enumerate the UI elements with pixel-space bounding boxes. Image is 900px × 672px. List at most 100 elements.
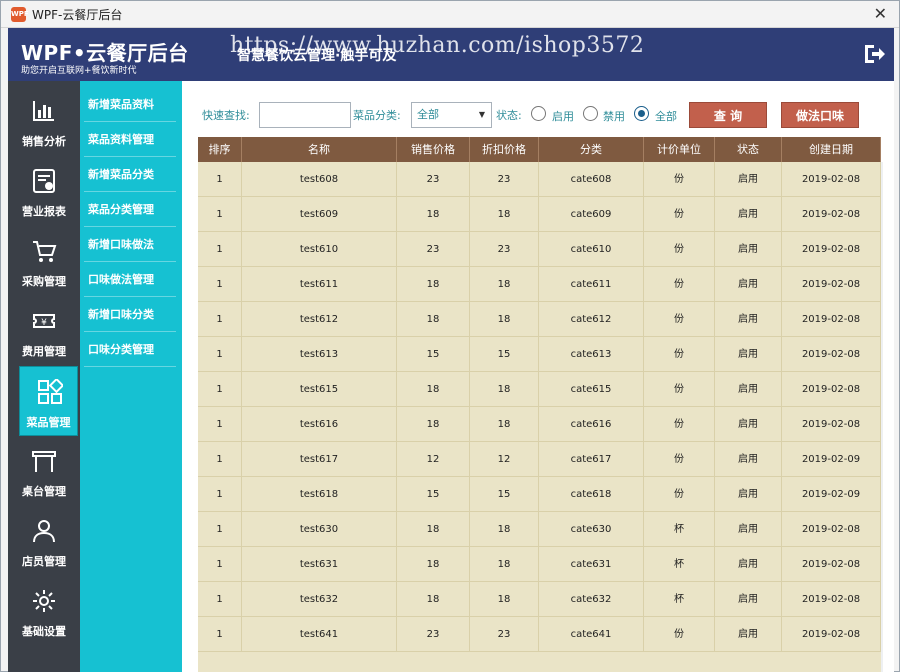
table-cell: 23 xyxy=(470,232,539,267)
column-header[interactable]: 销售价格 xyxy=(397,137,470,162)
submenu-item-3[interactable]: 菜品分类管理 xyxy=(84,192,176,227)
query-button[interactable]: 查 询 xyxy=(689,102,767,128)
svg-text:¥: ¥ xyxy=(41,318,47,328)
submenu-item-7[interactable]: 口味分类管理 xyxy=(84,332,176,367)
nav-item-6[interactable]: 店员管理 xyxy=(8,506,80,576)
table-row[interactable]: 1 test632 18 18 cate632 杯启用 2019-02-08 xyxy=(198,582,881,617)
table-cell: 18 xyxy=(397,582,470,617)
column-header[interactable]: 状态 xyxy=(715,137,782,162)
table-cell: 2019-02-08 xyxy=(782,582,881,617)
table-row[interactable]: 1 test616 18 18 cate616 份启用 2019-02-08 xyxy=(198,407,881,442)
window-title: WPF-云餐厅后台 xyxy=(32,8,123,22)
table-cell: test609 xyxy=(242,197,397,232)
category-select[interactable]: 全部 ▼ xyxy=(411,102,492,128)
column-header[interactable]: 名称 xyxy=(242,137,397,162)
table-cell: test630 xyxy=(242,512,397,547)
table-cell: 18 xyxy=(470,512,539,547)
table-row[interactable]: 1 test608 23 23 cate608 份启用 2019-02-08 xyxy=(198,162,881,197)
table-row[interactable]: 1 test630 18 18 cate630 杯启用 2019-02-08 xyxy=(198,512,881,547)
table-cell: 启用 xyxy=(715,337,782,372)
submenu-item-2[interactable]: 新增菜品分类 xyxy=(84,157,176,192)
table-cell: test612 xyxy=(242,302,397,337)
table-cell: 2019-02-08 xyxy=(782,547,881,582)
table-cell: 启用 xyxy=(715,547,782,582)
table-cell: 23 xyxy=(397,617,470,652)
table-cell: cate617 xyxy=(539,442,644,477)
table-cell: 份 xyxy=(644,267,715,302)
app-logo-icon: WPF xyxy=(11,7,29,22)
table-cell: 23 xyxy=(470,617,539,652)
nav-item-1[interactable]: 营业报表 xyxy=(8,156,80,226)
table-row[interactable]: 1 test615 18 18 cate615 份启用 2019-02-08 xyxy=(198,372,881,407)
nav-item-3[interactable]: ¥ 费用管理 xyxy=(8,296,80,366)
radio-all[interactable] xyxy=(634,106,649,121)
table-row[interactable]: 1 test611 18 18 cate611 份启用 2019-02-08 xyxy=(198,267,881,302)
table-cell: 18 xyxy=(397,302,470,337)
table-cell: 份 xyxy=(644,337,715,372)
dish-table: 排序 名称 销售价格 折扣价格 分类 计价单位 状态 创建日期 1 test608 23 23 cat… xyxy=(198,137,883,672)
table-row[interactable]: 1 test617 12 12 cate617 份启用 2019-02-09 xyxy=(198,442,881,477)
radio-all-label: 全部 xyxy=(655,110,677,123)
table-row[interactable]: 1 test609 18 18 cate609 份启用 2019-02-08 xyxy=(198,197,881,232)
column-header[interactable]: 折扣价格 xyxy=(470,137,539,162)
grid-icon xyxy=(38,379,63,404)
table-cell: 2019-02-08 xyxy=(782,512,881,547)
table-cell: 2019-02-08 xyxy=(782,162,881,197)
column-header[interactable]: 计价单位 xyxy=(644,137,715,162)
main-content: 快速查找: 菜品分类: 全部 ▼ 状态: 启用 禁用 全部 查 询 做法口味 排… xyxy=(182,81,894,672)
table-icon xyxy=(32,451,56,472)
nav-item-label: 费用管理 xyxy=(22,345,66,358)
table-cell: 2019-02-08 xyxy=(782,267,881,302)
table-cell: 2019-02-08 xyxy=(782,302,881,337)
nav-item-7[interactable]: 基础设置 xyxy=(8,576,80,646)
table-scrollbar[interactable]: ▲ ▼ xyxy=(881,162,883,672)
nav-item-2[interactable]: 采购管理 xyxy=(8,226,80,296)
submenu-item-1[interactable]: 菜品资料管理 xyxy=(84,122,176,157)
table-cell: 启用 xyxy=(715,232,782,267)
table-cell: 2019-02-09 xyxy=(782,442,881,477)
column-header[interactable]: 创建日期 xyxy=(782,137,881,162)
table-row[interactable]: 1 test613 15 15 cate613 份启用 2019-02-08 xyxy=(198,337,881,372)
table-cell: 18 xyxy=(470,547,539,582)
radio-disabled[interactable] xyxy=(583,106,598,121)
column-header[interactable]: 分类 xyxy=(539,137,644,162)
table-cell: 启用 xyxy=(715,197,782,232)
table-cell: test615 xyxy=(242,372,397,407)
table-row[interactable]: 1 test618 15 15 cate618 份启用 2019-02-09 xyxy=(198,477,881,512)
table-cell: 15 xyxy=(470,337,539,372)
submenu-item-4[interactable]: 新增口味做法 xyxy=(84,227,176,262)
table-row[interactable]: 1 test641 23 23 cate641 份启用 2019-02-08 xyxy=(198,617,881,652)
table-row[interactable]: 1 test631 18 18 cate631 杯启用 2019-02-08 xyxy=(198,547,881,582)
table-cell: 份 xyxy=(644,442,715,477)
table-cell: test611 xyxy=(242,267,397,302)
table-cell: 启用 xyxy=(715,407,782,442)
table-header: 排序 名称 销售价格 折扣价格 分类 计价单位 状态 创建日期 xyxy=(198,137,881,162)
exit-icon[interactable] xyxy=(862,42,886,66)
table-cell: 2019-02-08 xyxy=(782,407,881,442)
nav-item-5[interactable]: 桌台管理 xyxy=(8,436,80,506)
nav-item-0[interactable]: 销售分析 xyxy=(8,86,80,156)
radio-enabled-label: 启用 xyxy=(552,110,574,123)
table-cell: cate612 xyxy=(539,302,644,337)
table-cell: 15 xyxy=(397,477,470,512)
table-cell: 18 xyxy=(470,267,539,302)
main-nav: 销售分析 营业报表 采购管理 ¥ 费用管理菜品管理 桌台管理 店员管理 基础设置 xyxy=(8,81,80,672)
table-cell: test641 xyxy=(242,617,397,652)
table-cell: 启用 xyxy=(715,162,782,197)
table-cell: cate615 xyxy=(539,372,644,407)
submenu-item-6[interactable]: 新增口味分类 xyxy=(84,297,176,332)
table-cell: cate632 xyxy=(539,582,644,617)
quick-search-input[interactable] xyxy=(259,102,351,128)
table-row[interactable]: 1 test612 18 18 cate612 份启用 2019-02-08 xyxy=(198,302,881,337)
nav-item-4[interactable]: 菜品管理 xyxy=(19,366,78,436)
table-row[interactable]: 1 test610 23 23 cate610 份启用 2019-02-08 xyxy=(198,232,881,267)
column-header[interactable]: 排序 xyxy=(198,137,242,162)
close-icon[interactable]: ✕ xyxy=(874,4,887,24)
table-cell: 份 xyxy=(644,372,715,407)
radio-enabled[interactable] xyxy=(531,106,546,121)
taste-button[interactable]: 做法口味 xyxy=(781,102,859,128)
submenu-item-5[interactable]: 口味做法管理 xyxy=(84,262,176,297)
submenu-item-0[interactable]: 新增菜品资料 xyxy=(84,87,176,122)
table-cell: 2019-02-08 xyxy=(782,232,881,267)
table-cell: cate613 xyxy=(539,337,644,372)
